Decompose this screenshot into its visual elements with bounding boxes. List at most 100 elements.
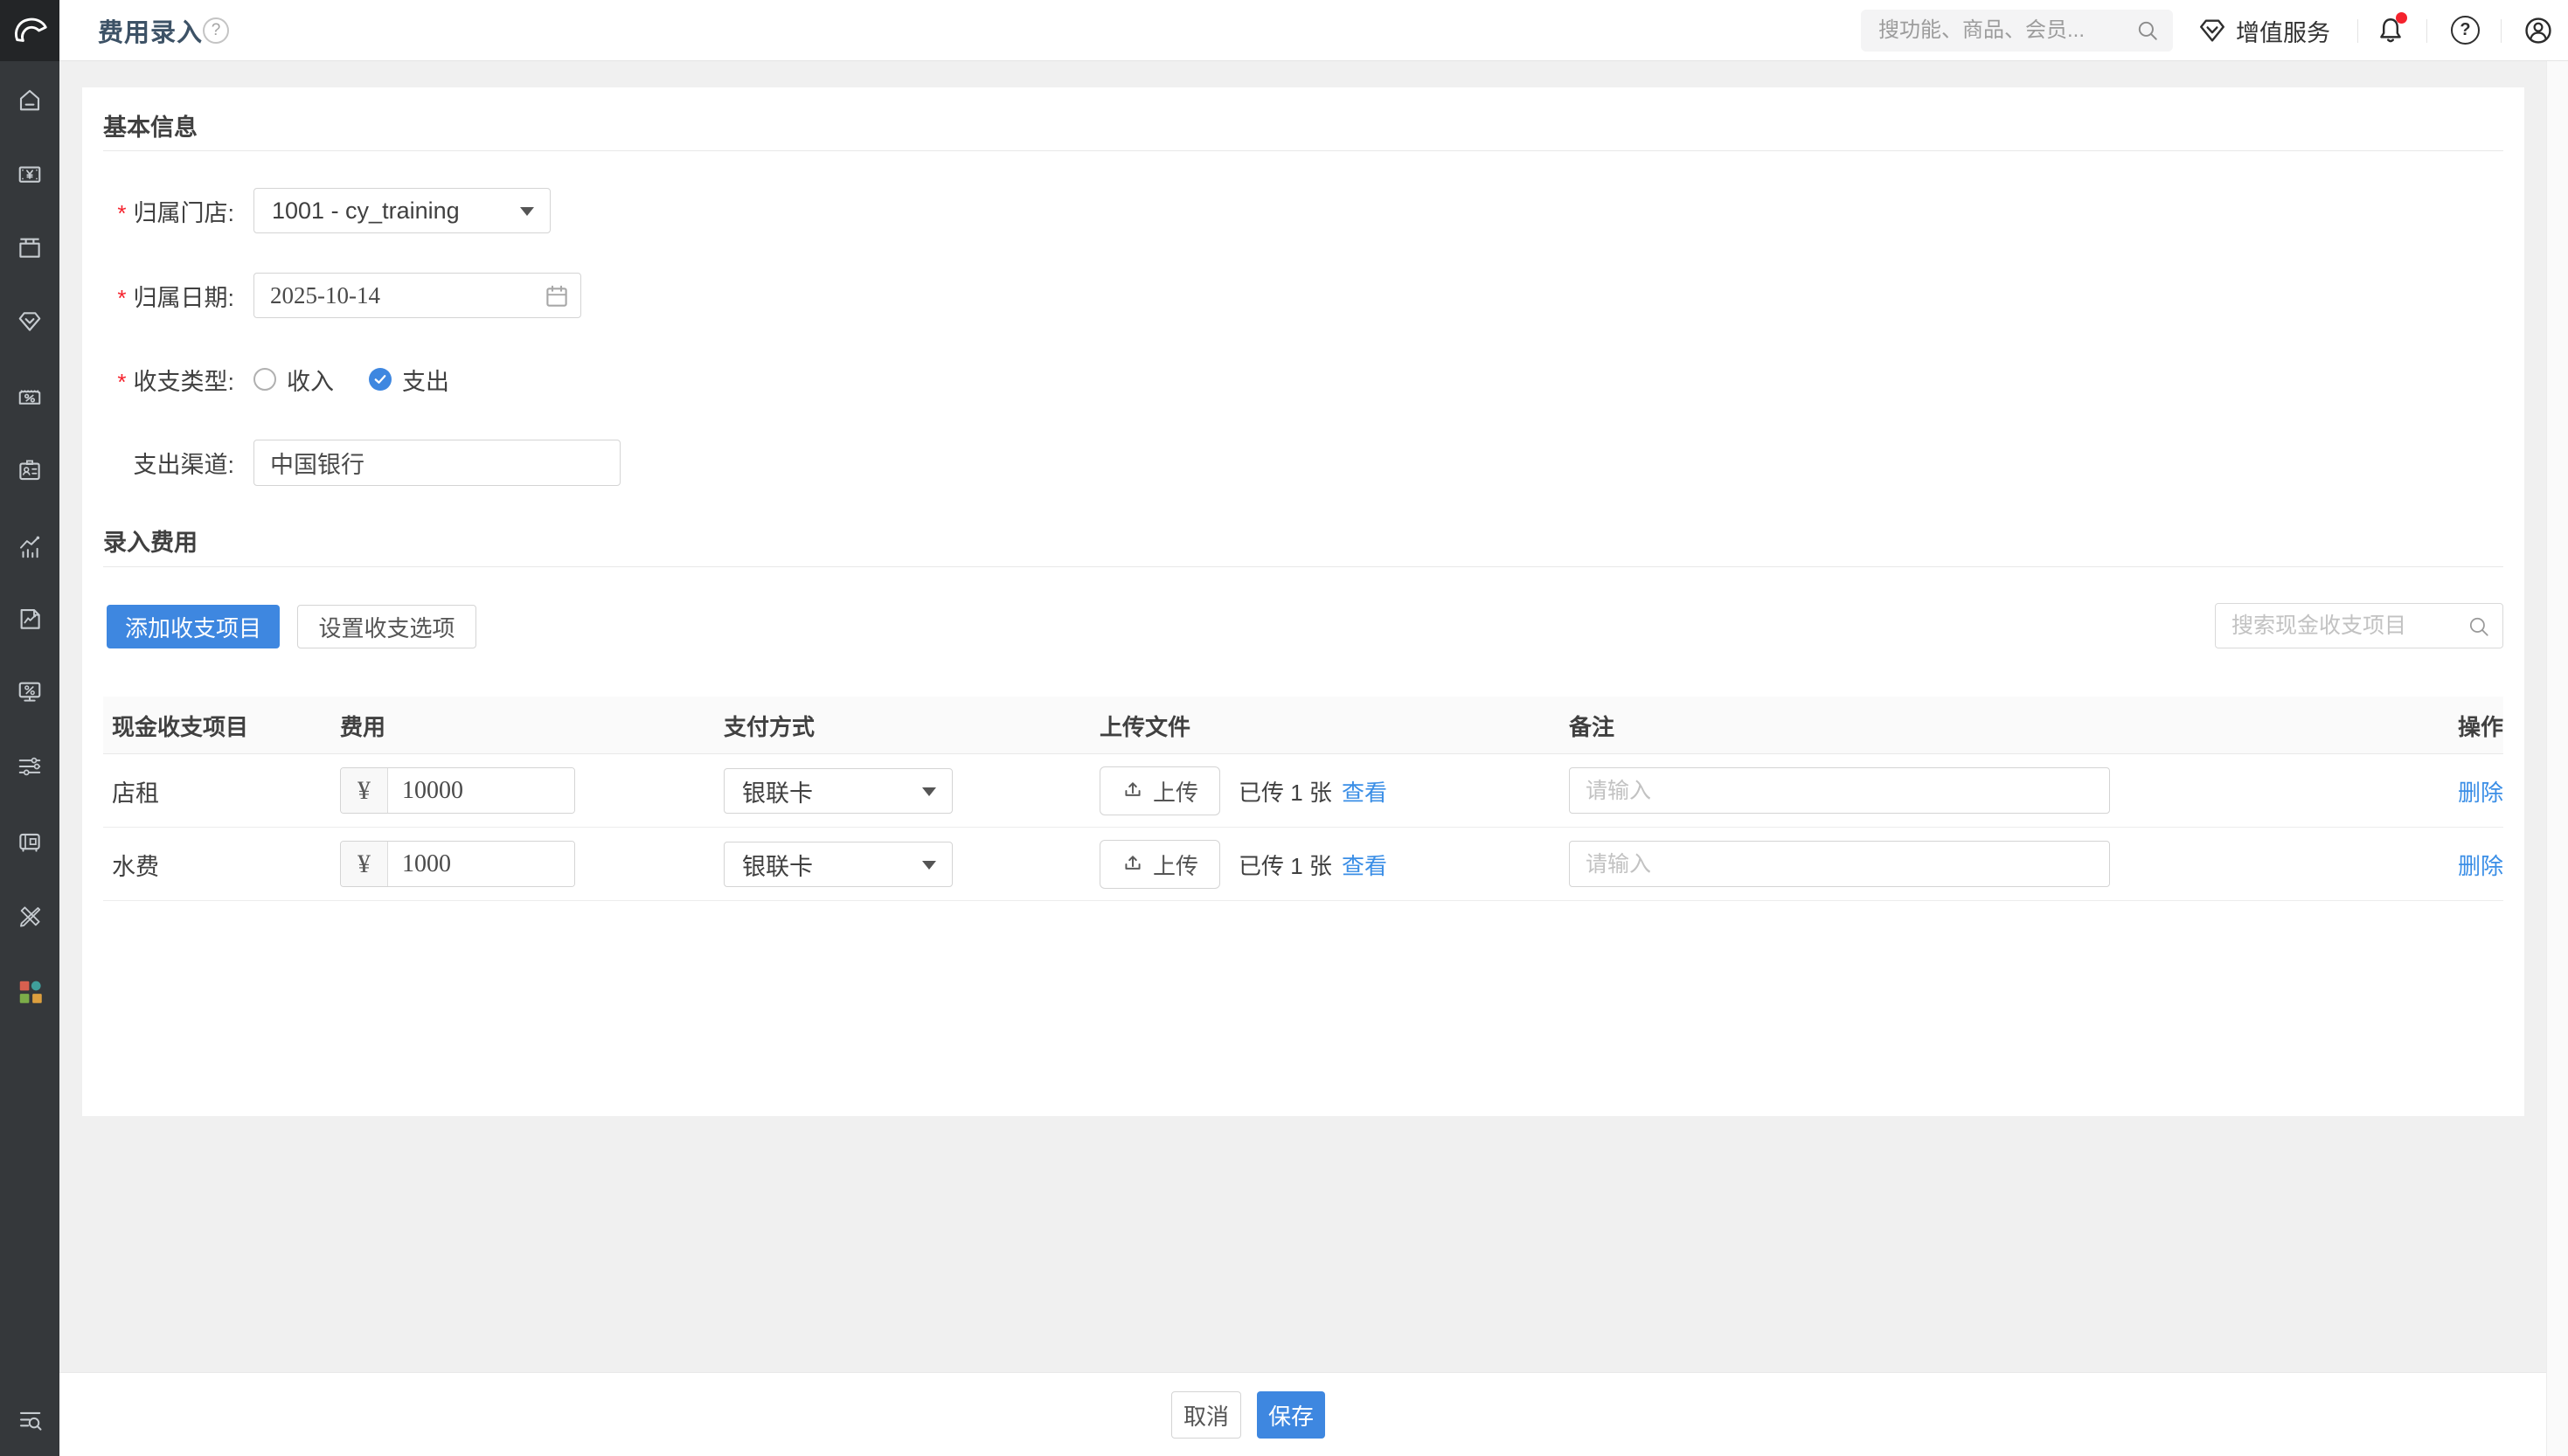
apps-grid-icon <box>17 978 43 1004</box>
store-label: * 归属门店: <box>94 188 234 233</box>
view-link[interactable]: 查看 <box>1342 849 1387 881</box>
radio-expense-checked[interactable] <box>369 368 392 391</box>
upload-button-label: 上传 <box>1153 849 1198 881</box>
title-help-icon[interactable]: ? <box>203 17 229 44</box>
delete-link[interactable]: 删除 <box>2458 849 2503 881</box>
cash-drawer-icon <box>17 829 43 855</box>
amount-field: ¥ <box>340 841 575 887</box>
check-icon <box>372 371 388 387</box>
section-divider <box>103 566 2503 567</box>
col-amount-header: 费用 <box>340 697 385 754</box>
currency-symbol: ¥ <box>341 768 388 813</box>
sliders-icon <box>17 753 43 780</box>
uploaded-count: 已传 1 张 <box>1239 828 1332 901</box>
left-sidebar <box>0 61 59 1456</box>
search-icon[interactable] <box>2136 19 2159 42</box>
sidebar-item-reports[interactable] <box>16 605 44 633</box>
coupon-percent-icon <box>17 383 43 409</box>
payment-select[interactable]: 银联卡 <box>724 768 953 814</box>
remark-input[interactable] <box>1569 767 2110 814</box>
table-search-input[interactable] <box>2216 604 2502 648</box>
gem-icon <box>17 308 43 334</box>
radio-expense-label[interactable]: 支出 <box>402 363 449 397</box>
top-header: 费用录入 ? 增值服务 ? <box>0 0 2568 61</box>
col-payment-header: 支付方式 <box>724 697 815 754</box>
action-footer: 取消 保存 <box>59 1372 2568 1456</box>
set-options-button[interactable]: 设置收支选项 <box>297 605 476 648</box>
sidebar-item-products[interactable] <box>16 233 44 261</box>
sidebar-item-membership[interactable] <box>16 307 44 335</box>
delete-link-wrap: 删除 <box>2458 828 2503 901</box>
required-mark: * <box>117 369 126 396</box>
search-icon[interactable] <box>2467 615 2490 638</box>
global-search <box>1861 10 2173 52</box>
user-account[interactable] <box>2523 15 2554 46</box>
sidebar-item-screen-data[interactable] <box>16 677 44 705</box>
sidebar-item-apps-grid[interactable] <box>16 977 44 1005</box>
notification-dot <box>2396 12 2407 24</box>
delete-link[interactable]: 删除 <box>2458 775 2503 808</box>
header-divider <box>2501 19 2502 43</box>
chevron-down-icon <box>922 861 936 870</box>
store-select-value: 1001 - cy_training <box>272 198 460 225</box>
date-input[interactable] <box>253 273 581 318</box>
amount-input[interactable] <box>388 768 574 813</box>
section-divider <box>103 150 2503 151</box>
expense-entry-title: 录入费用 <box>103 523 198 558</box>
package-box-icon <box>17 234 43 260</box>
chevron-down-icon <box>520 207 534 216</box>
user-avatar-icon <box>2523 16 2553 45</box>
sidebar-item-home[interactable] <box>16 86 44 114</box>
sidebar-item-statistics[interactable] <box>16 533 44 561</box>
value-added-service[interactable]: 增值服务 <box>2197 0 2330 61</box>
app-logo[interactable] <box>0 0 59 61</box>
amount-field: ¥ <box>340 767 575 814</box>
radio-income-unchecked[interactable] <box>253 368 276 391</box>
notification-bell[interactable] <box>2375 15 2406 46</box>
sidebar-item-finance[interactable] <box>16 160 44 188</box>
upload-icon <box>1121 780 1144 802</box>
id-badge-icon <box>17 457 43 483</box>
uploaded-count: 已传 1 张 <box>1239 754 1332 828</box>
save-button[interactable]: 保存 <box>1257 1391 1325 1439</box>
line-chart-icon <box>17 534 43 560</box>
col-item-header: 现金收支项目 <box>112 697 248 754</box>
sidebar-item-cash-drawer[interactable] <box>16 828 44 856</box>
amount-input[interactable] <box>388 842 574 886</box>
expense-form-card: 基本信息 * 归属门店: 1001 - cy_training * 归属日期: … <box>82 87 2524 1116</box>
channel-input[interactable] <box>253 440 621 486</box>
channel-label: 支出渠道: <box>94 440 234 485</box>
add-item-button[interactable]: 添加收支项目 <box>107 605 280 648</box>
payment-select[interactable]: 银联卡 <box>724 842 953 887</box>
payment-select-value: 银联卡 <box>742 848 813 882</box>
sidebar-item-marketing[interactable] <box>16 382 44 410</box>
cancel-button[interactable]: 取消 <box>1171 1391 1241 1439</box>
sidebar-item-staff[interactable] <box>16 456 44 484</box>
basic-info-title: 基本信息 <box>103 108 198 142</box>
header-divider <box>2426 19 2427 43</box>
payment-select-value: 银联卡 <box>742 774 813 808</box>
upload-button[interactable]: 上传 <box>1100 840 1220 889</box>
scrollbar-track[interactable] <box>2546 61 2568 1456</box>
header-divider <box>2357 19 2358 43</box>
sidebar-item-settings[interactable] <box>16 752 44 780</box>
required-mark: * <box>117 200 126 227</box>
currency-symbol: ¥ <box>341 842 388 886</box>
global-search-input[interactable] <box>1861 10 2173 52</box>
radio-income-label[interactable]: 收入 <box>287 363 334 397</box>
sidebar-item-design-tools[interactable] <box>16 903 44 931</box>
remark-input[interactable] <box>1569 841 2110 887</box>
monitor-percent-icon <box>17 678 43 704</box>
upload-button[interactable]: 上传 <box>1100 766 1220 815</box>
upload-icon <box>1121 853 1144 876</box>
required-mark: * <box>117 285 126 312</box>
table-row: 店租 ¥ 银联卡 上传 已传 1 张 查看 删除 <box>103 754 2503 828</box>
type-radio-group: 收入 支出 <box>253 357 484 402</box>
delete-link-wrap: 删除 <box>2458 754 2503 828</box>
view-link[interactable]: 查看 <box>1342 775 1387 808</box>
help-icon[interactable]: ? <box>2451 16 2480 45</box>
store-select[interactable]: 1001 - cy_training <box>253 188 551 233</box>
upload-button-label: 上传 <box>1153 775 1198 808</box>
report-page-icon <box>17 606 43 632</box>
sidebar-item-search-menu[interactable] <box>16 1406 44 1434</box>
